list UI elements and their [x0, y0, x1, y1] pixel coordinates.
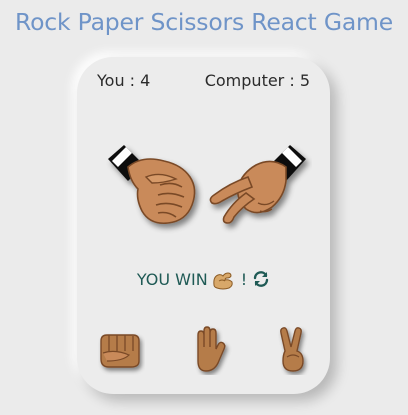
game-card: You : 4 Computer : 5 YOU WIN !: [77, 57, 330, 394]
result-message: YOU WIN !: [77, 267, 330, 291]
page-title: Rock Paper Scissors React Game: [15, 8, 393, 36]
result-suffix: !: [240, 269, 248, 289]
computer-hand-scissors-icon: [202, 137, 312, 237]
rock-choice-button[interactable]: [95, 325, 145, 375]
rock-fist-icon: [100, 334, 140, 368]
player-score: You : 4: [97, 71, 151, 90]
paper-choice-button[interactable]: [184, 325, 234, 375]
scissors-hand-icon: [280, 327, 304, 372]
result-text: YOU WIN: [136, 269, 208, 289]
player-hand-rock-icon: [102, 137, 212, 237]
paper-hand-icon: [197, 326, 226, 372]
flexed-biceps-icon: [211, 267, 235, 291]
restart-icon[interactable]: [252, 270, 270, 288]
computer-score: Computer : 5: [204, 71, 310, 90]
scissors-choice-button[interactable]: [269, 325, 319, 375]
